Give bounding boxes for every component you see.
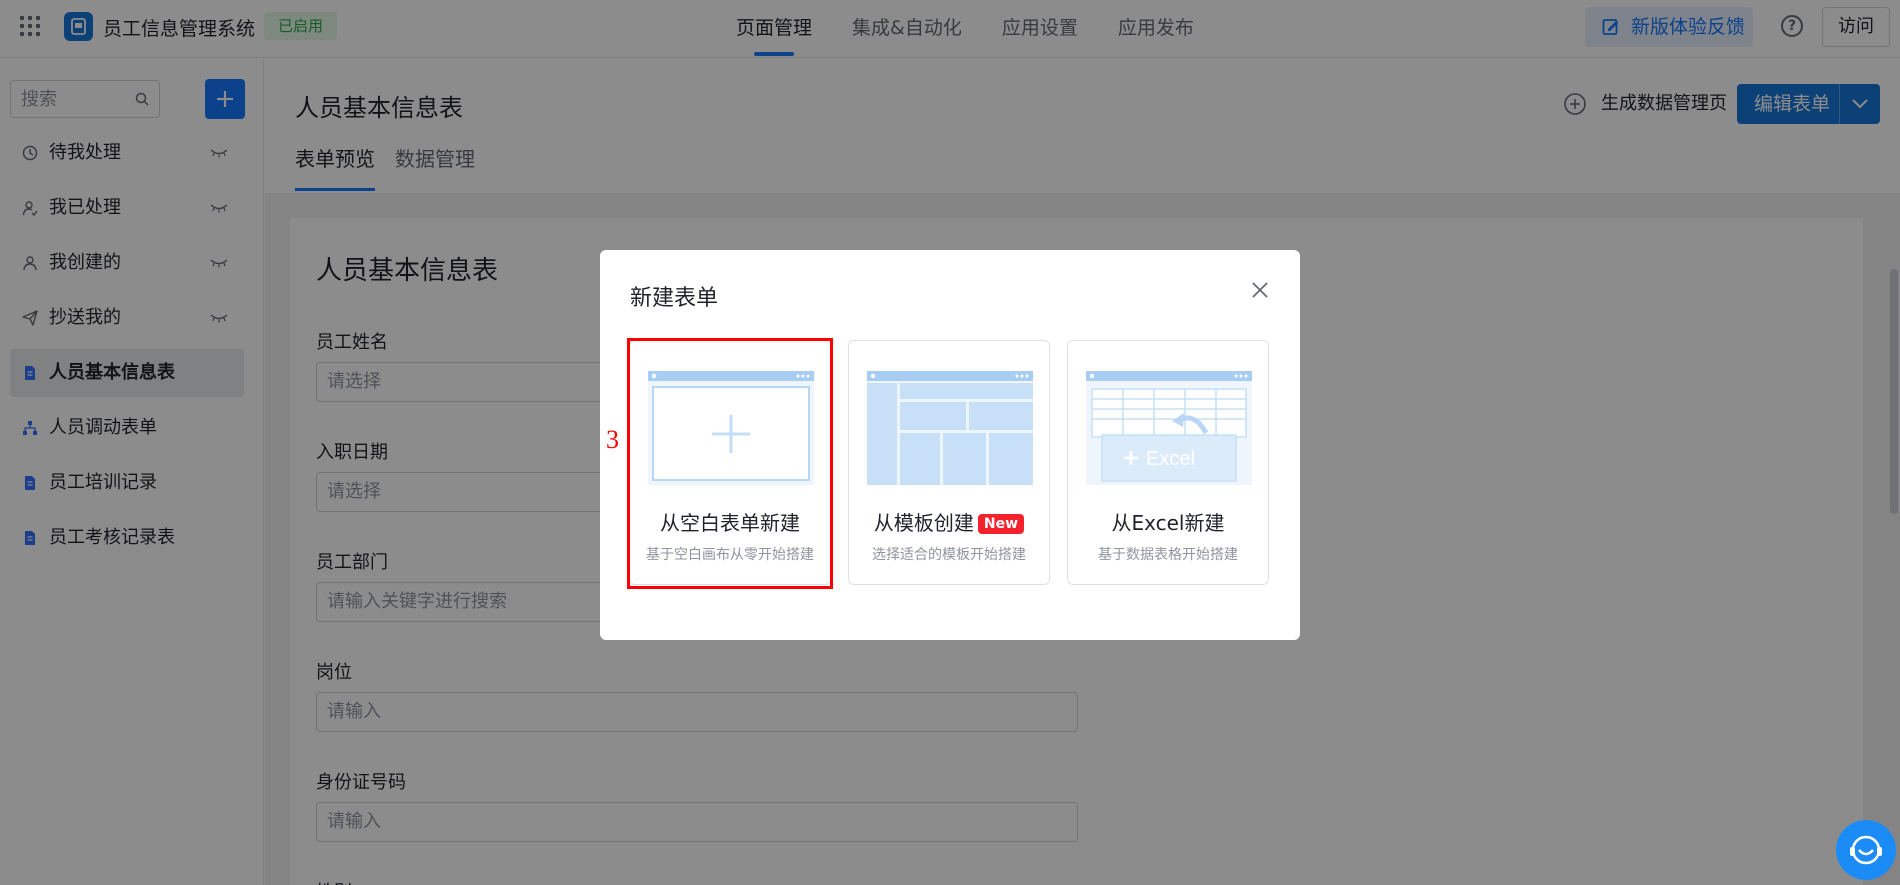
step-highlight-box	[627, 338, 833, 589]
chat-support-icon	[1850, 835, 1882, 865]
excel-import-illustration: Excel	[1086, 371, 1252, 485]
create-from-template-card[interactable]: 从模板创建 New 选择适合的模板开始搭建	[848, 340, 1050, 585]
template-layout-illustration	[867, 371, 1033, 485]
option-description: 基于数据表格开始搭建	[1098, 547, 1238, 563]
close-icon[interactable]	[1251, 281, 1269, 299]
option-name: 从模板创建 New	[849, 507, 1049, 536]
excel-illustration-label: Excel	[1146, 448, 1195, 470]
dialog-title: 新建表单	[630, 286, 719, 311]
create-from-excel-card[interactable]: Excel 从Excel新建 基于数据表格开始搭建	[1067, 340, 1269, 585]
option-description: 选择适合的模板开始搭建	[872, 547, 1026, 563]
customer-service-button[interactable]	[1836, 820, 1896, 880]
option-name-text: 从模板创建	[873, 511, 974, 535]
option-name: 从Excel新建	[1111, 511, 1225, 535]
new-badge: New	[977, 514, 1025, 534]
step-number: 3	[606, 425, 619, 454]
